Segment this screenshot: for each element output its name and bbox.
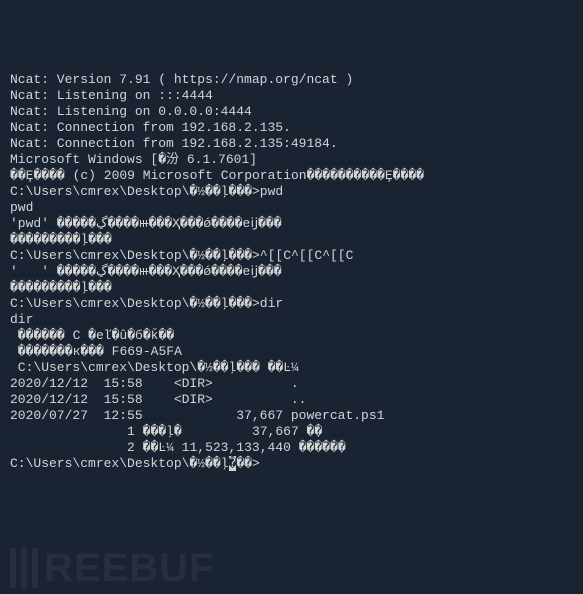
terminal-line: C:\Users\cmrex\Desktop\�½��ļ��� ��Ŀ¼ bbox=[10, 360, 573, 376]
terminal-line: pwd bbox=[10, 200, 573, 216]
terminal-prompt-line[interactable]: C:\Users\cmrex\Desktop\�½��ļ���> bbox=[10, 456, 573, 472]
terminal-line: ' ' �����ڲ����ⲿ���Ҳ���ǿ����еĳ��� bbox=[10, 264, 573, 280]
terminal-line: 2020/12/12 15:58 <DIR> . bbox=[10, 376, 573, 392]
terminal-line: 2020/07/27 12:55 37,667 powercat.ps1 bbox=[10, 408, 573, 424]
terminal-line: Ncat: Connection from 192.168.2.135. bbox=[10, 120, 573, 136]
prompt-suffix: ��> bbox=[236, 456, 259, 471]
terminal-output: Ncat: Version 7.91 ( https://nmap.org/nc… bbox=[10, 72, 573, 456]
terminal-line: Ncat: Listening on 0.0.0.0:4444 bbox=[10, 104, 573, 120]
terminal-line: 2 ��Ŀ¼ 11,523,133,440 �����ֽ� bbox=[10, 440, 573, 456]
watermark-bars-icon bbox=[10, 548, 38, 588]
watermark-text: REEBUF bbox=[44, 560, 214, 576]
terminal-line: ���������ļ��� bbox=[10, 280, 573, 296]
terminal-line: 1 ���ļ� 37,667 �ֽ� bbox=[10, 424, 573, 440]
terminal-line: ������ C �еľ�û�б�ǩ�� bbox=[10, 328, 573, 344]
terminal-line: ���������ļ��� bbox=[10, 232, 573, 248]
terminal-line: Microsoft Windows [�汾 6.1.7601] bbox=[10, 152, 573, 168]
terminal-line: Ncat: Listening on :::4444 bbox=[10, 88, 573, 104]
terminal-line: �������к��� F669-A5FA bbox=[10, 344, 573, 360]
terminal-line: Ncat: Version 7.91 ( https://nmap.org/nc… bbox=[10, 72, 573, 88]
terminal-line: Ncat: Connection from 192.168.2.135:4918… bbox=[10, 136, 573, 152]
terminal-line: 2020/12/12 15:58 <DIR> .. bbox=[10, 392, 573, 408]
terminal-line: C:\Users\cmrex\Desktop\�½��ļ���>^[[C^[[C… bbox=[10, 248, 573, 264]
terminal-line: 'pwd' �����ڲ����ⲿ���Ҳ���ǿ����еĳ��� bbox=[10, 216, 573, 232]
watermark: REEBUF bbox=[10, 548, 214, 588]
terminal-line: ��Ȩ���� (c) 2009 Microsoft Corporation��… bbox=[10, 168, 573, 184]
terminal-line: C:\Users\cmrex\Desktop\�½��ļ���>pwd bbox=[10, 184, 573, 200]
prompt-prefix: C:\Users\cmrex\Desktop\�½��ļ bbox=[10, 456, 229, 471]
terminal-line: dir bbox=[10, 312, 573, 328]
terminal-line: C:\Users\cmrex\Desktop\�½��ļ���>dir bbox=[10, 296, 573, 312]
